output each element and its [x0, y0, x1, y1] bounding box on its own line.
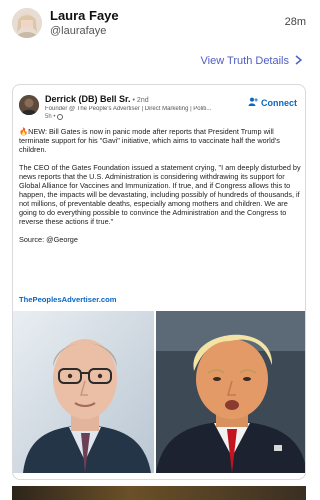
next-image-strip	[12, 486, 306, 500]
quote-post-meta: 5h •	[45, 114, 64, 120]
website-link[interactable]: ThePeoplesAdvertiser.com	[19, 295, 117, 304]
chevron-right-icon	[295, 54, 303, 68]
quote-author-name-text: Derrick (DB) Bell Sr.	[45, 94, 131, 104]
quote-author-headline: Founder @ The People's Advertiser | Dire…	[45, 106, 212, 112]
globe-icon	[57, 114, 64, 120]
quote-paragraph-1-text: NEW: Bill Gates is now in panic mode aft…	[19, 127, 280, 154]
post-timestamp: 28m	[284, 16, 306, 28]
quote-paragraph-1: 🔥NEW: Bill Gates is now in panic mode af…	[19, 127, 301, 154]
quote-source: Source: @George	[19, 235, 78, 244]
add-person-icon	[248, 97, 258, 108]
donald-trump-photo[interactable]	[156, 311, 305, 473]
quote-paragraph-2: The CEO of the Gates Foundation issued a…	[19, 163, 301, 226]
connect-button[interactable]: Connect	[248, 97, 297, 108]
connect-label: Connect	[261, 97, 297, 108]
quote-post-body: 🔥NEW: Bill Gates is now in panic mode af…	[19, 127, 301, 253]
view-truth-details-link[interactable]: View Truth Details	[200, 54, 303, 68]
post-header: Laura Faye @laurafaye 28m	[0, 0, 318, 48]
quote-author-avatar[interactable]	[19, 95, 39, 115]
quoted-post-card[interactable]: Derrick (DB) Bell Sr. • 2nd Founder @ The…	[12, 84, 306, 480]
author-name[interactable]: Laura Faye	[50, 8, 119, 23]
quote-author-name[interactable]: Derrick (DB) Bell Sr. • 2nd	[45, 94, 149, 104]
connection-degree: • 2nd	[132, 97, 149, 104]
author-handle[interactable]: @laurafaye	[50, 25, 106, 37]
quote-post-time: 5h •	[45, 114, 56, 120]
fire-icon: 🔥	[19, 127, 29, 136]
view-details-label: View Truth Details	[200, 55, 289, 67]
bill-gates-photo[interactable]	[13, 311, 154, 473]
author-avatar[interactable]	[12, 8, 42, 38]
